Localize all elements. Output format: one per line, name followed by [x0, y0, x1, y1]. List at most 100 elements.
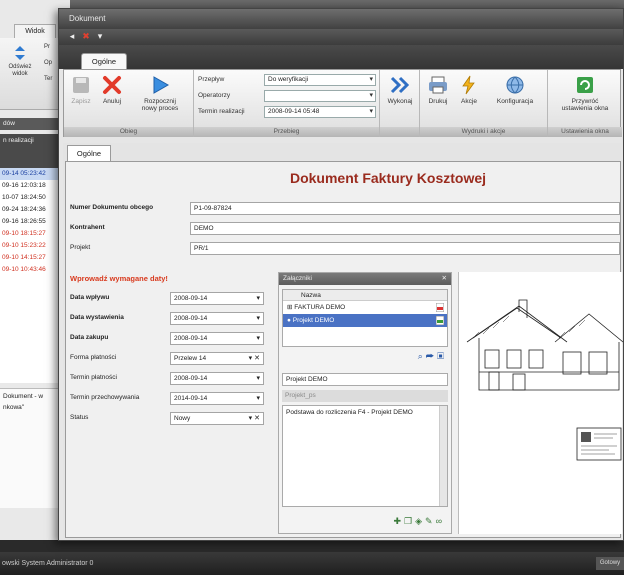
search-icon[interactable]: ⌕: [418, 351, 426, 361]
restore-icon: [577, 77, 593, 93]
content-tab-ogolne[interactable]: Ogólne: [67, 145, 111, 161]
print-button[interactable]: Drukuj: [424, 74, 452, 105]
numer-dokumentu-label: Numer Dokumentu obcego: [70, 204, 154, 211]
start-process-button[interactable]: Rozpocznij nowy proces: [132, 74, 188, 112]
scrollbar[interactable]: [439, 406, 447, 506]
refresh-view-label: Odśwież widok: [8, 64, 32, 77]
kontrahent-input[interactable]: DEMO: [190, 222, 620, 235]
date-field-label: Forma płatności: [70, 354, 117, 361]
open-icon[interactable]: ➦: [426, 351, 437, 361]
attachment-bottom-toolbar: ✚❐◈✎∞: [393, 516, 445, 527]
statusbar-right: Gotowy: [596, 557, 624, 570]
date-field-input[interactable]: 2008-09-14: [170, 372, 264, 385]
attachment-toolbar: ⌕➦▣: [418, 351, 447, 362]
required-dates-warning: Wprowadź wymagane daty!: [70, 274, 168, 283]
statusbar-text: owski System Administrator 0: [2, 560, 94, 567]
przeplyw-select[interactable]: Do weryfikacji: [264, 74, 376, 86]
attachment-name: FAKTURA DEMO: [294, 304, 346, 311]
ribbon-group-wydruki: Drukuj Akcje Konfiguracja Wydruki i akcj…: [420, 70, 548, 137]
restore-window-button[interactable]: Przywróć ustawienia okna: [552, 74, 618, 112]
date-field-label: Termin płatności: [70, 374, 117, 381]
pdf-file-icon: [436, 303, 444, 312]
document-content: Ogólne Dokument Faktury Kosztowej Numer …: [63, 143, 624, 538]
attachment-description-text: Podstawa do rozliczenia F4 - Projekt DEM…: [286, 409, 413, 416]
date-field-input[interactable]: Nowy: [170, 412, 264, 425]
close-icon[interactable]: ✖: [81, 31, 91, 41]
tab-widok[interactable]: Widok: [14, 24, 56, 38]
attachment-description[interactable]: Podstawa do rozliczenia F4 - Projekt DEM…: [282, 405, 448, 507]
back-icon[interactable]: ◂: [67, 31, 77, 41]
date-field-input[interactable]: Przelew 14: [170, 352, 264, 365]
cancel-icon: [103, 76, 121, 94]
bg-partial-label-1: Pr: [44, 44, 50, 50]
bg-partial-label-3: Ter: [44, 76, 53, 82]
tab-ogolne[interactable]: Ogólne: [81, 53, 127, 69]
actions-label: Akcje: [461, 98, 477, 105]
ribbon-group-obieg: Zapisz Anuluj Rozpocznij nowy proces Obi…: [64, 70, 194, 137]
date-field-input[interactable]: 2008-09-14: [170, 292, 264, 305]
attachment-subheader: Projekt_ps: [282, 390, 448, 402]
save-file-icon[interactable]: ▣: [437, 351, 447, 361]
operatorzy-select[interactable]: [264, 90, 376, 102]
panel-close-icon[interactable]: ✕: [442, 273, 447, 285]
restore-window-label: Przywróć ustawienia okna: [561, 98, 609, 112]
date-field-label: Data wystawienia: [70, 314, 124, 321]
attachments-header: Załączniki ✕: [279, 273, 451, 285]
configuration-label: Konfiguracja: [496, 98, 534, 105]
lightning-icon: [462, 75, 475, 95]
scan-icon[interactable]: ◈: [415, 516, 425, 526]
window-titlebar: Dokument: [59, 9, 623, 29]
cancel-label: Anuluj: [102, 98, 122, 105]
copy-icon[interactable]: ❐: [404, 516, 415, 526]
globe-icon: [506, 76, 524, 94]
dropdown-icon[interactable]: ▾: [95, 31, 105, 41]
attachments-column-header[interactable]: Nazwa: [283, 290, 447, 301]
save-icon: [73, 77, 89, 93]
list-item[interactable]: ⊞ FAKTURA DEMO: [283, 301, 447, 314]
edit-icon[interactable]: ✎: [425, 516, 436, 526]
ribbon-group-przebieg: Przepływ Do weryfikacji Operatorzy Termi…: [194, 70, 380, 137]
ribbon-group-wykonaj: Wykonaj: [380, 70, 420, 137]
house-drawing-image: [466, 299, 624, 461]
date-field-label: Data wpływu: [70, 294, 110, 301]
bg-partial-label-2: Op: [44, 60, 53, 66]
actions-button[interactable]: Akcje: [456, 74, 482, 105]
window-title: Dokument: [69, 14, 106, 23]
ribbon-tabstrip: [59, 45, 623, 69]
projekt-label: Projekt: [70, 244, 91, 251]
numer-dokumentu-input[interactable]: P1-09-87824: [190, 202, 620, 215]
ribbon-group-label-ustawienia: Ustawienia okna: [548, 127, 622, 137]
date-field-label: Data zakupu: [70, 334, 109, 341]
projekt-input[interactable]: PR/1: [190, 242, 620, 255]
date-field-input[interactable]: 2008-09-14: [170, 332, 264, 345]
list-item[interactable]: ● Projekt DEMO: [283, 314, 447, 327]
ribbon-group-label-przebieg: Przebieg: [194, 127, 379, 137]
ribbon-group-label-wykonaj: [380, 127, 419, 137]
termin-realizacji-select[interactable]: 2008-09-14 05:48: [264, 106, 376, 118]
start-process-label: Rozpocznij nowy proces: [141, 98, 179, 112]
execute-button[interactable]: Wykonaj: [384, 74, 416, 105]
cancel-button[interactable]: Anuluj: [98, 74, 126, 105]
attachment-name-field[interactable]: Projekt DEMO: [282, 373, 448, 386]
configuration-button[interactable]: Konfiguracja: [486, 74, 544, 105]
add-icon[interactable]: ✚: [393, 516, 404, 526]
attachments-list: Nazwa ⊞ FAKTURA DEMO ● Projekt DEMO: [282, 289, 448, 347]
ribbon-group-ustawienia: Przywróć ustawienia okna Ustawienia okna: [548, 70, 622, 137]
attachments-header-label: Załączniki: [283, 275, 312, 282]
statusbar: owski System Administrator 0 Gotowy: [0, 552, 624, 575]
link-icon[interactable]: ∞: [436, 516, 445, 526]
quick-access-toolbar: ◂ ✖ ▾: [59, 29, 623, 45]
date-field-input[interactable]: 2008-09-14: [170, 312, 264, 325]
ribbon: Zapisz Anuluj Rozpocznij nowy proces Obi…: [63, 69, 622, 137]
save-button[interactable]: Zapisz: [68, 74, 94, 105]
termin-realizacji-label: Termin realizacji: [198, 108, 245, 115]
save-label: Zapisz: [71, 98, 91, 105]
date-field-input[interactable]: 2014-09-14: [170, 392, 264, 405]
refresh-view-button[interactable]: Odśwież widok: [6, 44, 34, 78]
ribbon-group-label-wydruki: Wydruki i akcje: [420, 127, 547, 137]
date-field-label: Termin przechowywania: [70, 394, 140, 401]
refresh-icon: [15, 46, 25, 60]
ribbon-group-label-obieg: Obieg: [64, 127, 193, 137]
document-form: Dokument Faktury Kosztowej Numer Dokumen…: [65, 161, 624, 538]
attachment-preview: [458, 272, 624, 534]
